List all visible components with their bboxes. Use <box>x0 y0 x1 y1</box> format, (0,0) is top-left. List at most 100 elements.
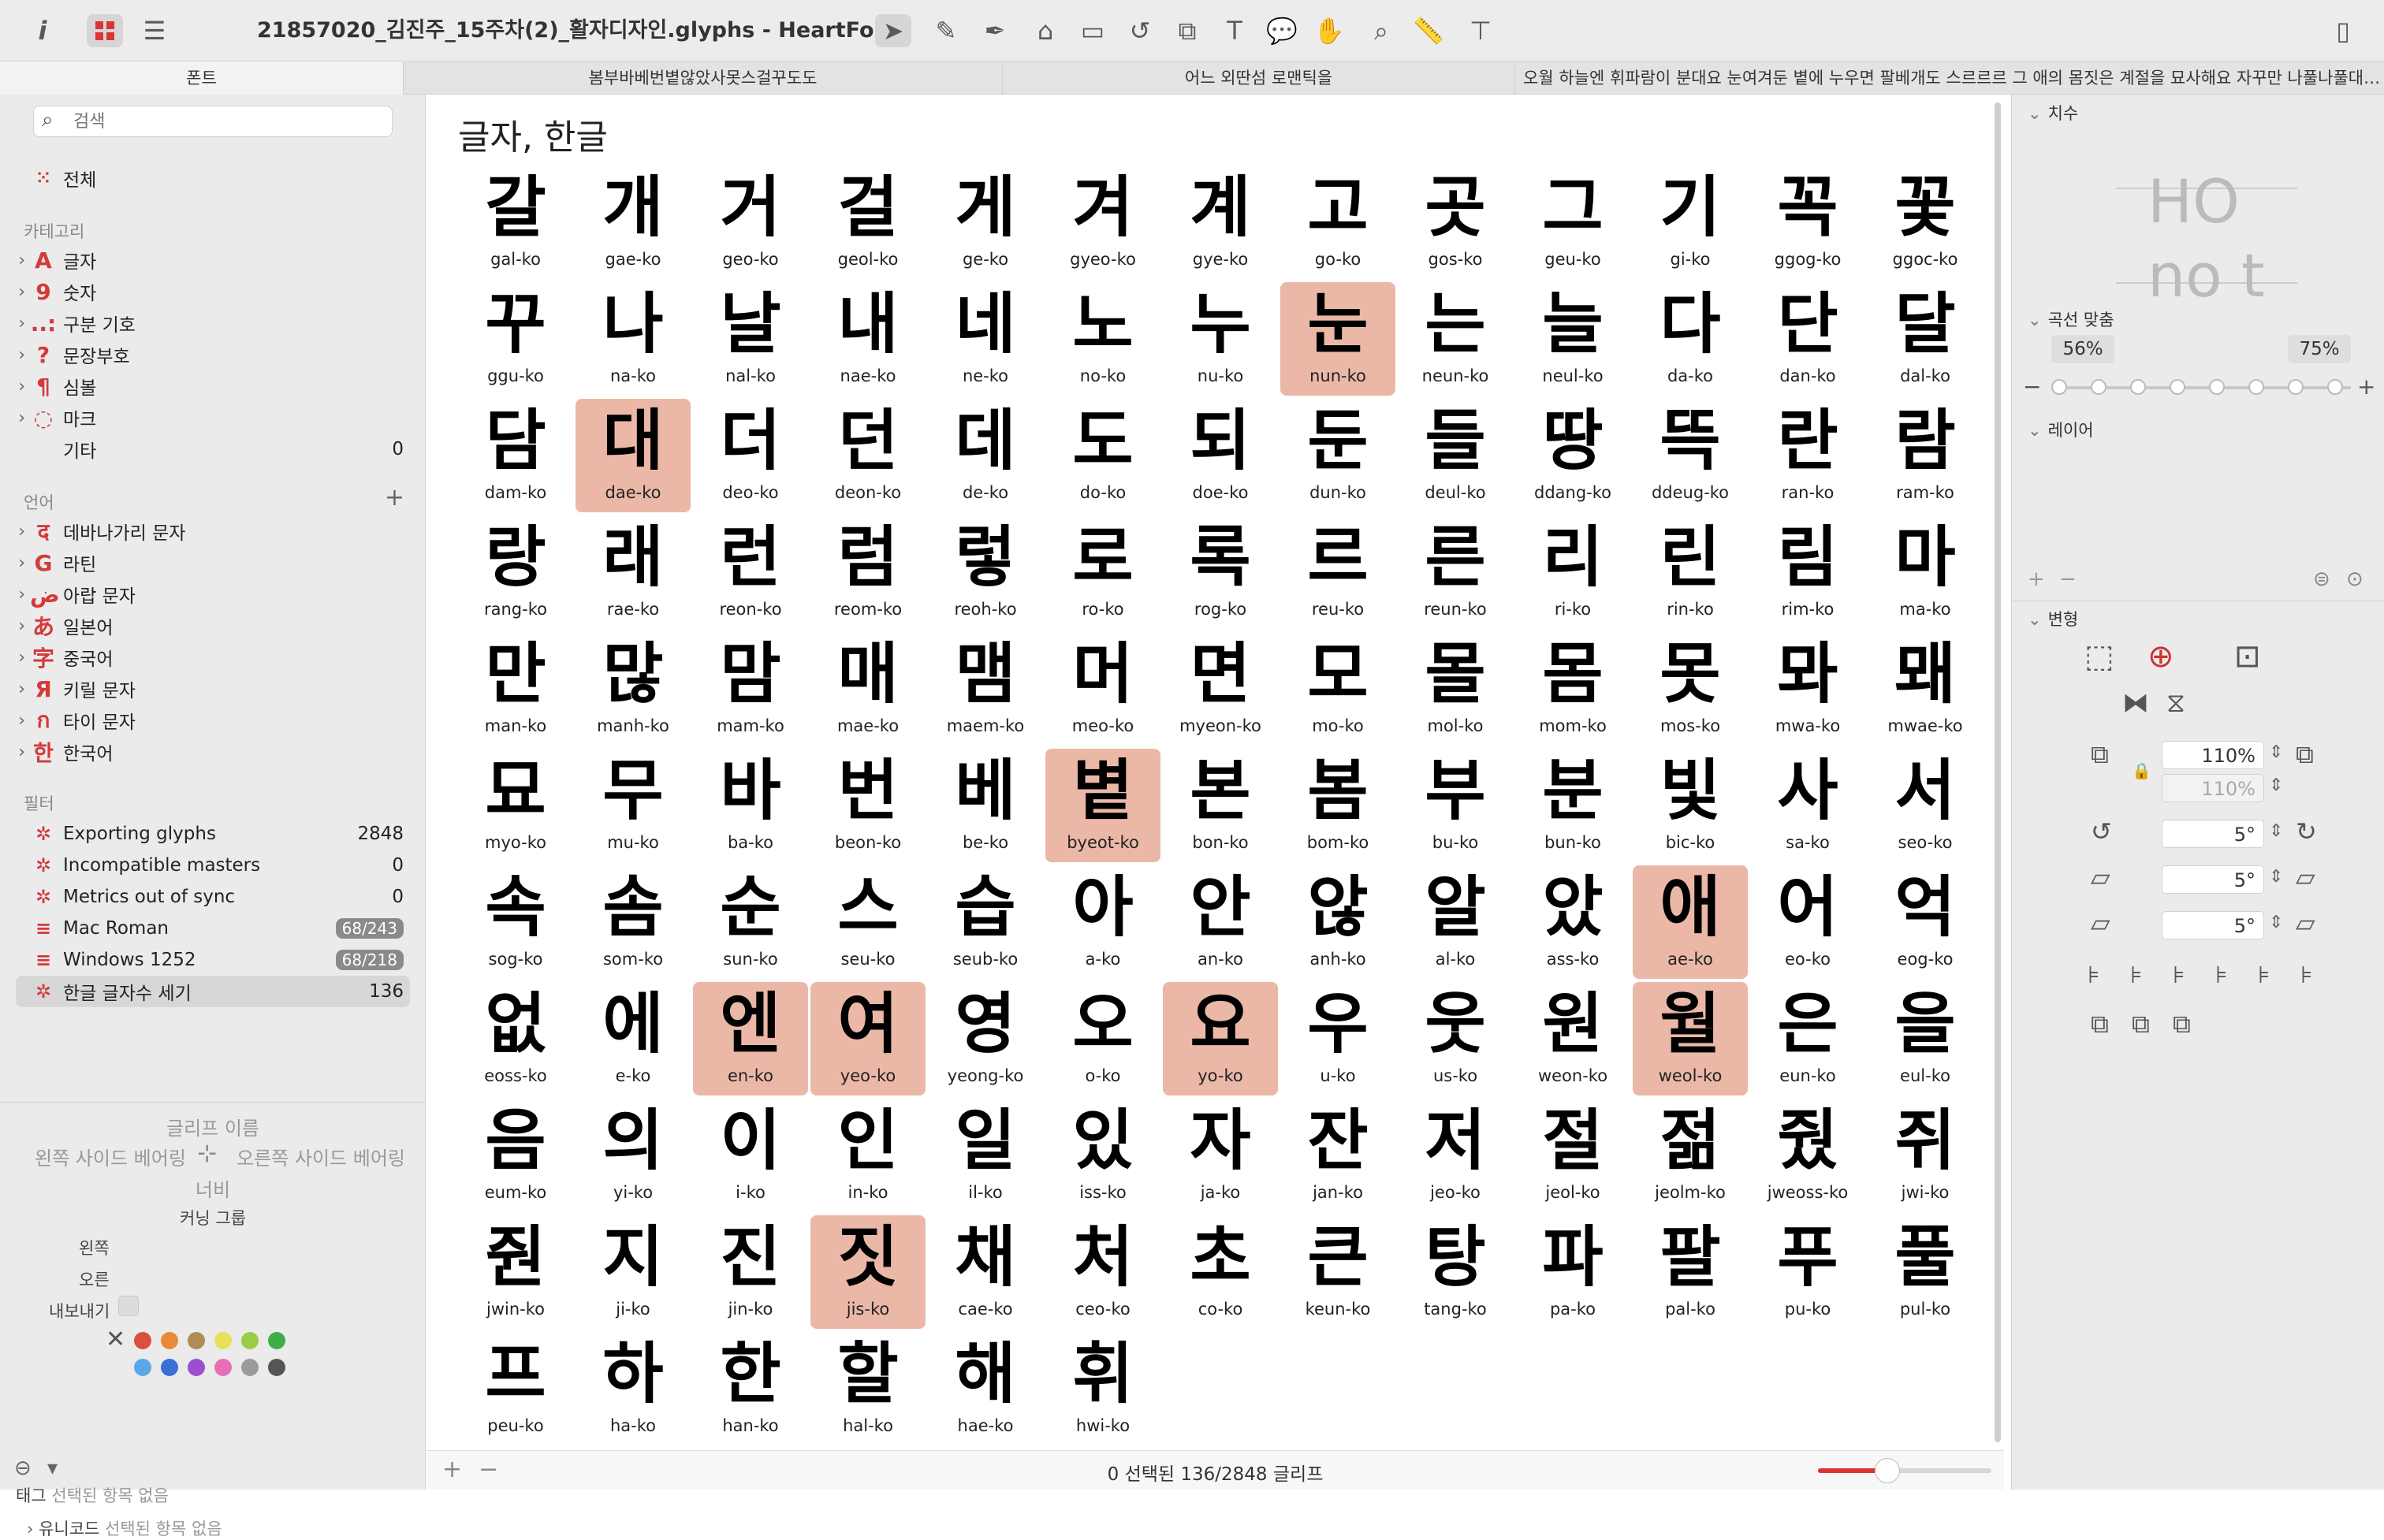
rotate-cw-icon[interactable]: ↻ <box>2296 816 2317 846</box>
glyph-cell[interactable]: 스 seu-ko <box>810 865 926 979</box>
glyph-cell[interactable]: 분 bun-ko <box>1515 749 1630 862</box>
color-label-swatch[interactable] <box>268 1332 285 1349</box>
sidebar-item-category[interactable]: › A 글자 <box>0 244 426 276</box>
glyph-cell[interactable]: 하 ha-ko <box>576 1332 691 1445</box>
zoom-tool-icon[interactable]: ⌕ <box>1364 14 1399 47</box>
glyph-cell[interactable]: 눈 nun-ko <box>1280 282 1395 396</box>
align-top-icon[interactable]: ⊧ <box>2215 962 2228 989</box>
glyph-cell[interactable]: 란 ran-ko <box>1750 399 1865 512</box>
glyph-cell[interactable]: 더 deo-ko <box>693 399 808 512</box>
glyph-cell[interactable]: 휘 hwi-ko <box>1045 1332 1160 1445</box>
chevron-right-icon[interactable]: › <box>0 314 30 333</box>
glyph-cell[interactable]: 우 u-ko <box>1280 982 1395 1095</box>
sidebar-item-filter[interactable]: ≡ Windows 1252 68/218 <box>0 944 426 976</box>
glyph-cell[interactable]: 서 seo-ko <box>1868 749 1983 862</box>
skew-stepper[interactable]: ⇕ <box>2269 913 2283 932</box>
glyph-cell[interactable]: 매 mae-ko <box>810 632 926 746</box>
chevron-right-icon[interactable]: › <box>0 742 30 762</box>
chevron-right-icon[interactable]: › <box>0 648 30 668</box>
glyph-cell[interactable]: 풀 pul-ko <box>1868 1215 1983 1329</box>
sidebar-item-language[interactable]: › G 라틴 <box>0 547 426 578</box>
rectangle-tool-icon[interactable]: ▭ <box>1075 14 1110 47</box>
sidebar-item-language[interactable]: › ض 아랍 문자 <box>0 578 426 610</box>
scale-y-field[interactable]: 110% <box>2162 774 2264 802</box>
zoom-slider-knob[interactable] <box>1875 1458 1900 1483</box>
skew-left-icon[interactable]: ⏥ <box>2091 908 2110 938</box>
align-center-v-icon[interactable]: ⊧ <box>2258 962 2270 989</box>
glyph-cell[interactable]: 뫠 mwae-ko <box>1868 632 1983 746</box>
glyph-cell[interactable]: 는 neun-ko <box>1398 282 1513 396</box>
glyph-cell[interactable]: 에 e-ko <box>576 982 691 1095</box>
chevron-right-icon[interactable]: › <box>0 616 30 636</box>
chevron-right-icon[interactable]: › <box>0 522 30 541</box>
curve-fit-step[interactable] <box>2248 379 2264 395</box>
glyph-cell[interactable]: 진 jin-ko <box>693 1215 808 1329</box>
glyph-cell[interactable]: 럼 reom-ko <box>810 515 926 629</box>
sidebar-item-category[interactable]: › ¶ 심볼 <box>0 370 426 402</box>
glyph-cell[interactable]: 지 ji-ko <box>576 1215 691 1329</box>
edit-tool-icon[interactable]: ✎ <box>930 14 962 47</box>
scale-y-stepper[interactable]: ⇕ <box>2269 776 2283 795</box>
layers-header[interactable]: ⌄ 레이어 <box>2028 418 2094 441</box>
glyph-cell[interactable]: 거 geo-ko <box>693 166 808 279</box>
glyph-cell[interactable]: 팔 pal-ko <box>1633 1215 1748 1329</box>
tab-text-1[interactable]: 봄부바베번볕않았사못스걸꾸도도 <box>404 61 1003 95</box>
glyph-cell[interactable]: 리 ri-ko <box>1515 515 1630 629</box>
unicode-row[interactable]: › 유니코드 선택된 항목 없음 <box>27 1516 222 1540</box>
glyph-cell[interactable]: 록 rog-ko <box>1163 515 1278 629</box>
glyph-cell[interactable]: 데 de-ko <box>928 399 1043 512</box>
color-label-swatch[interactable] <box>134 1332 151 1349</box>
chevron-right-icon[interactable]: › <box>0 377 30 396</box>
glyph-cell[interactable]: 부 bu-ko <box>1398 749 1513 862</box>
search-box[interactable]: ⌕ <box>33 106 393 137</box>
chevron-right-icon[interactable]: › <box>0 553 30 573</box>
rotate-field[interactable]: 5° <box>2162 820 2264 848</box>
glyph-cell[interactable]: 담 dam-ko <box>458 399 573 512</box>
chevron-right-icon[interactable]: › <box>0 585 30 604</box>
lsb-field[interactable]: 왼쪽 사이드 베어링 <box>35 1143 186 1170</box>
glyph-cell[interactable]: 절 jeol-ko <box>1515 1099 1630 1212</box>
glyph-cell[interactable]: 안 an-ko <box>1163 865 1278 979</box>
glyph-cell[interactable]: 의 yi-ko <box>576 1099 691 1212</box>
glyph-cell[interactable]: 있 iss-ko <box>1045 1099 1160 1212</box>
glyph-cell[interactable]: 자 ja-ko <box>1163 1099 1278 1212</box>
rotate-ccw-icon[interactable]: ↺ <box>2091 816 2112 846</box>
glyph-cell[interactable]: 렇 reoh-ko <box>928 515 1043 629</box>
link-metrics-icon[interactable]: ⊹ <box>197 1140 217 1167</box>
glyph-cell[interactable]: 네 ne-ko <box>928 282 1043 396</box>
color-label-swatch[interactable] <box>241 1359 259 1376</box>
sidebar-item-filter[interactable]: ✲ 한글 글자수 세기 136 <box>0 976 426 1007</box>
color-label-swatch[interactable] <box>214 1332 232 1349</box>
search-input[interactable] <box>73 106 381 136</box>
tab-text-2[interactable]: 어느 외딴섬 로맨틱을 <box>1003 61 1515 95</box>
scale-up-icon[interactable]: ⧉ <box>2296 739 2314 770</box>
chevron-right-icon[interactable]: › <box>0 345 30 365</box>
glyph-cell[interactable]: 무 mu-ko <box>576 749 691 862</box>
select-tool-icon[interactable]: ➤ <box>875 14 911 47</box>
color-label-swatch[interactable] <box>241 1332 259 1349</box>
scale-tool-icon[interactable]: ⧉ <box>1170 14 1205 47</box>
glyph-cell[interactable]: 많 manh-ko <box>576 632 691 746</box>
selection-center-icon[interactable]: ⊡ <box>2234 638 2261 675</box>
glyph-cell[interactable]: 여 yeo-ko <box>810 982 926 1095</box>
glyph-cell[interactable]: 되 doe-ko <box>1163 399 1278 512</box>
glyph-cell[interactable]: 아 a-ko <box>1045 865 1160 979</box>
glyph-cell[interactable]: 들 deul-ko <box>1398 399 1513 512</box>
glyph-cell[interactable]: 만 man-ko <box>458 632 573 746</box>
boolean-intersect-icon[interactable]: ⧉ <box>2173 1009 2191 1040</box>
components-tool-icon[interactable]: ⌂ <box>1028 14 1063 47</box>
sidebar-item-language[interactable]: › 字 중국어 <box>0 642 426 673</box>
glyph-cell[interactable]: 습 seub-ko <box>928 865 1043 979</box>
curve-fit-step[interactable] <box>2170 379 2185 395</box>
sidebar-item-category[interactable]: › 9 숫자 <box>0 276 426 307</box>
color-label-swatch[interactable] <box>188 1332 205 1349</box>
glyph-cell[interactable]: 해 hae-ko <box>928 1332 1043 1445</box>
layer-more-icon[interactable]: ⊙ <box>2346 567 2364 591</box>
glyph-cell[interactable]: 한 han-ko <box>693 1332 808 1445</box>
glyph-cell[interactable]: 림 rim-ko <box>1750 515 1865 629</box>
glyph-cell[interactable]: 다 da-ko <box>1633 282 1748 396</box>
glyph-cell[interactable]: 랑 rang-ko <box>458 515 573 629</box>
glyph-cell[interactable]: 볕 byeot-ko <box>1045 749 1160 862</box>
glyph-cell[interactable]: 겨 gyeo-ko <box>1045 166 1160 279</box>
glyph-cell[interactable]: 푸 pu-ko <box>1750 1215 1865 1329</box>
